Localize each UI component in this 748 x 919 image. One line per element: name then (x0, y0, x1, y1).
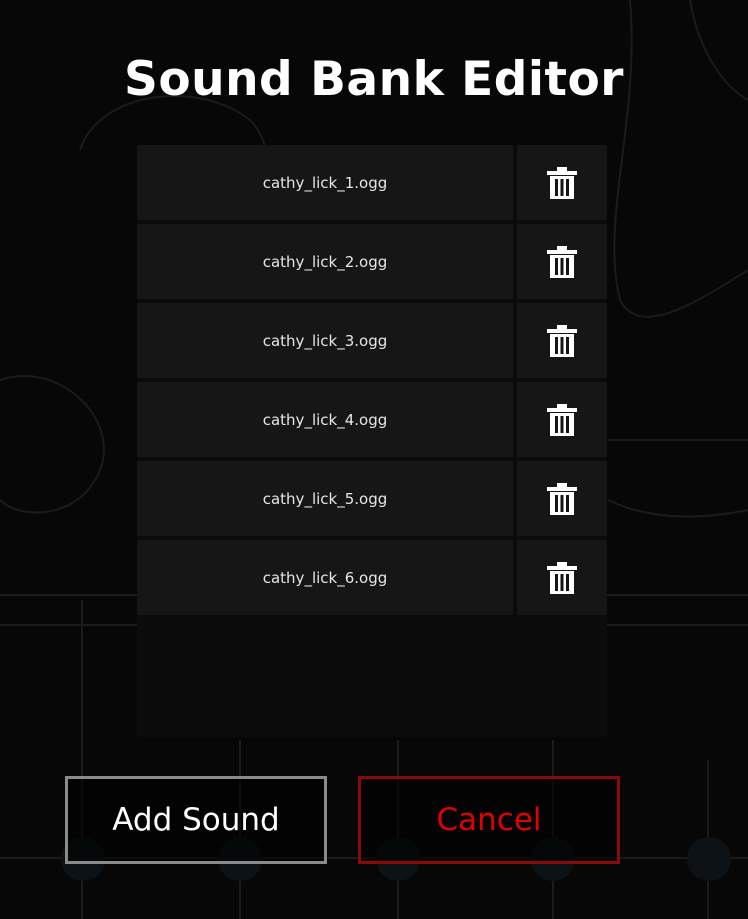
sound-name[interactable]: cathy_lick_5.ogg (137, 461, 513, 536)
add-sound-button[interactable]: Add Sound (65, 776, 327, 864)
delete-sound-button[interactable] (517, 303, 607, 378)
trash-icon (547, 245, 577, 278)
delete-sound-button[interactable] (517, 540, 607, 615)
delete-sound-button[interactable] (517, 382, 607, 457)
sound-list[interactable]: cathy_lick_1.ogg cathy_lick_2.ogg cathy_… (137, 145, 607, 737)
list-item: cathy_lick_3.ogg (137, 303, 607, 378)
sound-name[interactable]: cathy_lick_1.ogg (137, 145, 513, 220)
sound-bank-editor-screen: Sound Bank Editor cathy_lick_1.ogg cathy… (0, 0, 748, 919)
list-item: cathy_lick_4.ogg (137, 382, 607, 457)
trash-icon (547, 166, 577, 199)
list-item: cathy_lick_5.ogg (137, 461, 607, 536)
trash-icon (547, 482, 577, 515)
trash-icon (547, 324, 577, 357)
sound-name[interactable]: cathy_lick_4.ogg (137, 382, 513, 457)
list-item: cathy_lick_6.ogg (137, 540, 607, 615)
sound-name[interactable]: cathy_lick_6.ogg (137, 540, 513, 615)
list-item: cathy_lick_1.ogg (137, 145, 607, 220)
delete-sound-button[interactable] (517, 224, 607, 299)
sound-name[interactable]: cathy_lick_3.ogg (137, 303, 513, 378)
delete-sound-button[interactable] (517, 145, 607, 220)
dialog-title: Sound Bank Editor (124, 52, 624, 107)
cancel-button[interactable]: Cancel (358, 776, 620, 864)
delete-sound-button[interactable] (517, 461, 607, 536)
trash-icon (547, 561, 577, 594)
trash-icon (547, 403, 577, 436)
sound-name[interactable]: cathy_lick_2.ogg (137, 224, 513, 299)
list-item: cathy_lick_2.ogg (137, 224, 607, 299)
